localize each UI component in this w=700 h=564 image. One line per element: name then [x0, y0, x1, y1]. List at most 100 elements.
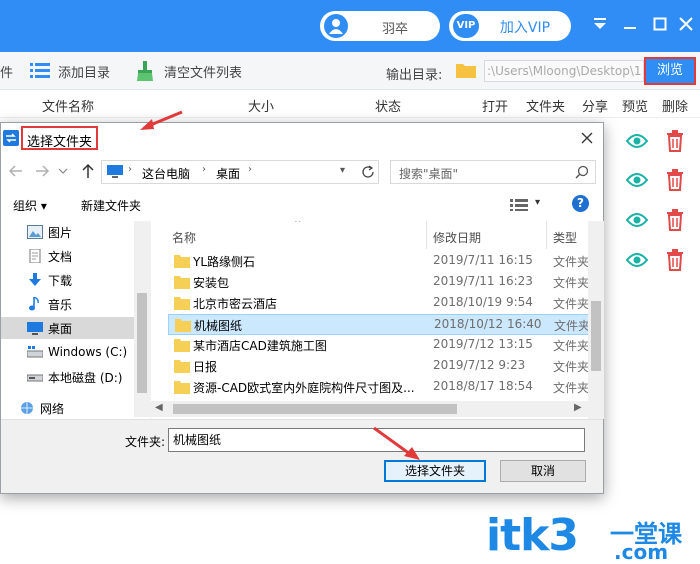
- browse-button[interactable]: 浏览: [644, 57, 696, 85]
- nav-item-drive-c[interactable]: Windows (C:): [1, 342, 134, 364]
- delete-trash-icon[interactable]: [666, 249, 684, 274]
- list-item[interactable]: 安装包 2019/7/11 16:23 文件夹: [168, 272, 589, 293]
- col-status: 状态: [375, 100, 402, 115]
- dialog-bottom-bar: 文件夹: 机械图纸 选择文件夹 取消: [1, 419, 603, 493]
- select-folder-button[interactable]: 选择文件夹: [384, 460, 486, 482]
- drive-c-icon: [26, 346, 44, 360]
- cancel-button[interactable]: 取消: [500, 460, 586, 482]
- col-size: 大小: [248, 100, 275, 115]
- delete-trash-icon[interactable]: [666, 169, 684, 194]
- nav-scroll-thumb[interactable]: [137, 293, 147, 393]
- folder-icon: [174, 296, 190, 310]
- folder-icon: [174, 338, 190, 352]
- list-item[interactable]: 某市酒店CAD建筑施工图 2019/7/12 13:15 文件夹: [168, 335, 589, 356]
- scroll-left-icon[interactable]: ◀: [155, 402, 163, 413]
- chevron-right-icon[interactable]: ›: [202, 164, 206, 175]
- column-divider[interactable]: [426, 221, 427, 249]
- col-modified-date[interactable]: 修改日期: [433, 229, 481, 246]
- scroll-right-icon[interactable]: ▶: [574, 402, 582, 413]
- search-icon[interactable]: [575, 165, 589, 182]
- clear-file-list-button[interactable]: 清空文件列表: [164, 62, 242, 81]
- breadcrumb-this-pc[interactable]: 这台电脑: [142, 165, 190, 182]
- organize-menu[interactable]: 组织 ▾: [13, 197, 47, 214]
- view-dropdown-icon[interactable]: ▾: [535, 197, 540, 208]
- col-preview: 预览: [622, 100, 649, 115]
- folder-icon: [174, 359, 190, 373]
- output-dir-label: 输出目录:: [386, 68, 443, 83]
- watermark: itk3 一堂课 .com: [486, 510, 700, 564]
- annotation-arrow-icon: [140, 110, 183, 130]
- dialog-command-bar: 组织 ▾ 新建文件夹 ▾ ?: [1, 191, 603, 219]
- back-arrow-icon[interactable]: [7, 162, 25, 180]
- list-item[interactable]: 资源-CAD欧式室内外庭院构件尺寸图及... 2018/8/17 18:54 文…: [168, 377, 589, 398]
- col-file-name: 文件名称: [42, 100, 95, 115]
- minimize-icon[interactable]: [620, 14, 640, 34]
- nav-scrollbar[interactable]: [134, 221, 150, 417]
- help-icon[interactable]: ?: [572, 195, 589, 212]
- nav-item-downloads[interactable]: 下载: [1, 269, 134, 291]
- delete-trash-icon[interactable]: [666, 130, 684, 155]
- preview-eye-icon[interactable]: [625, 212, 649, 231]
- chevron-right-icon[interactable]: ›: [248, 164, 252, 175]
- new-folder-button[interactable]: 新建文件夹: [81, 197, 141, 214]
- output-path-input[interactable]: :\Users\Mloong\Desktop\1: [484, 60, 644, 82]
- delete-trash-icon[interactable]: [666, 209, 684, 234]
- list-item-selected[interactable]: 机械图纸 2018/10/12 16:40 文件夹: [168, 314, 589, 335]
- folder-icon: [175, 318, 191, 332]
- file-list-hscroll-thumb[interactable]: [173, 404, 457, 414]
- watermark-main: itk3: [486, 510, 579, 561]
- file-list-header: 文件名称 大小 状态 打开 文件夹 分享 预览 删除: [0, 90, 700, 118]
- dialog-close-icon[interactable]: [577, 128, 597, 148]
- desktop-icon: [27, 321, 43, 335]
- select-folder-dialog: 选择文件夹 › 这台电脑 › 桌面 › ▾ 搜索"桌面" 组织 ▾ 新建文件夹 …: [0, 122, 604, 494]
- menu-dropdown-icon[interactable]: [590, 14, 610, 34]
- refresh-icon[interactable]: [360, 164, 376, 183]
- address-dropdown-icon[interactable]: ▾: [340, 165, 345, 176]
- preview-eye-icon[interactable]: [625, 252, 649, 271]
- file-list-vscrollbar[interactable]: [588, 221, 604, 419]
- preview-eye-icon[interactable]: [625, 133, 649, 152]
- add-directory-button[interactable]: 添加目录: [58, 62, 110, 81]
- broom-icon[interactable]: [136, 61, 154, 84]
- sort-caret-icon: ^: [294, 221, 302, 229]
- breadcrumb-desktop[interactable]: 桌面: [216, 165, 240, 182]
- user-account-button[interactable]: 羽卒: [320, 11, 440, 41]
- col-type[interactable]: 类型: [553, 229, 577, 246]
- forward-arrow-icon[interactable]: [33, 162, 51, 180]
- folder-icon: [174, 254, 190, 268]
- nav-item-desktop[interactable]: 桌面: [1, 317, 134, 339]
- col-name[interactable]: 名称: [172, 229, 196, 246]
- join-vip-button[interactable]: VIP 加入VIP: [449, 11, 571, 41]
- toolbar-partial-item[interactable]: 件: [0, 62, 13, 81]
- folder-icon: [174, 275, 190, 289]
- view-options-icon[interactable]: [510, 199, 528, 214]
- file-list-vscroll-thumb[interactable]: [591, 301, 601, 371]
- column-divider[interactable]: [546, 221, 547, 249]
- maximize-icon[interactable]: [650, 14, 670, 34]
- file-list-hscrollbar[interactable]: ◀ ▶: [151, 401, 588, 417]
- nav-item-pictures[interactable]: 图片: [1, 221, 134, 243]
- drive-d-icon: [26, 370, 44, 384]
- dialog-title: 选择文件夹: [21, 126, 99, 150]
- nav-item-music[interactable]: 音乐: [1, 293, 134, 315]
- recent-dropdown-icon[interactable]: [57, 162, 69, 180]
- app-toolbar: 件 添加目录 清空文件列表 输出目录: :\Users\Mloong\Deskt…: [0, 52, 700, 90]
- avatar: [324, 14, 348, 38]
- list-item[interactable]: 北京市密云酒店 2018/10/19 9:54 文件夹: [168, 293, 589, 314]
- col-share: 分享: [582, 100, 609, 115]
- table-row: [620, 246, 700, 276]
- search-placeholder: 搜索"桌面": [399, 167, 459, 181]
- nav-item-documents[interactable]: 文档: [1, 245, 134, 267]
- chevron-right-icon[interactable]: ›: [128, 164, 132, 175]
- nav-item-drive-d[interactable]: 本地磁盘 (D:): [1, 366, 134, 388]
- table-row: [620, 166, 700, 196]
- list-item[interactable]: 日报 2019/7/12 9:23 文件夹: [168, 356, 589, 377]
- up-arrow-icon[interactable]: [79, 162, 97, 180]
- preview-eye-icon[interactable]: [625, 172, 649, 191]
- list-item[interactable]: YL路缘侧石 2019/7/11 16:15 文件夹: [168, 251, 589, 272]
- address-bar[interactable]: › 这台电脑 › 桌面 › ▾: [101, 160, 379, 184]
- close-app-icon[interactable]: [676, 14, 696, 34]
- search-input[interactable]: 搜索"桌面": [390, 160, 596, 184]
- list-icon[interactable]: [30, 61, 50, 82]
- nav-item-network[interactable]: 网络: [1, 397, 134, 419]
